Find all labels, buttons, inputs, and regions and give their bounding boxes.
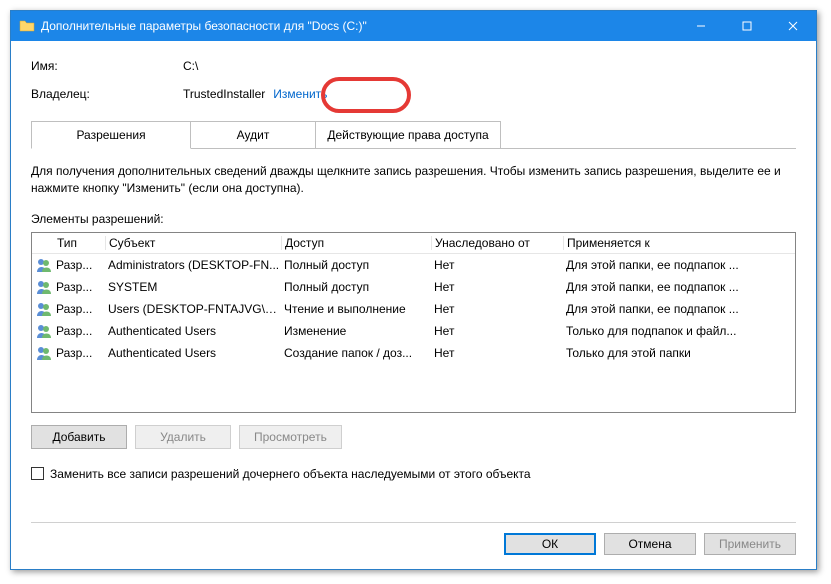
cell-access: Полный доступ: [282, 258, 432, 272]
cell-type: Разр...: [54, 258, 106, 272]
security-dialog: Дополнительные параметры безопасности дл…: [10, 10, 817, 570]
table-row[interactable]: Разр...SYSTEMПолный доступНетДля этой па…: [32, 276, 795, 298]
remove-button: Удалить: [135, 425, 231, 449]
cell-inherited: Нет: [432, 324, 564, 338]
table-row[interactable]: Разр...Administrators (DESKTOP-FN...Полн…: [32, 254, 795, 276]
apply-button: Применить: [704, 533, 796, 555]
principal-icon: [36, 279, 52, 295]
cell-access: Создание папок / доз...: [282, 346, 432, 360]
cell-type: Разр...: [54, 324, 106, 338]
titlebar[interactable]: Дополнительные параметры безопасности дл…: [11, 11, 816, 41]
view-button: Просмотреть: [239, 425, 342, 449]
owner-label: Владелец:: [31, 87, 183, 101]
cell-applies: Для этой папки, ее подпапок ...: [564, 258, 774, 272]
cell-access: Изменение: [282, 324, 432, 338]
close-button[interactable]: [770, 11, 816, 41]
principal-icon: [36, 301, 52, 317]
cell-subject: Administrators (DESKTOP-FN...: [106, 258, 282, 272]
replace-inheritance-checkbox[interactable]: [31, 467, 44, 480]
cell-applies: Для этой папки, ее подпапок ...: [564, 280, 774, 294]
col-inherited[interactable]: Унаследовано от: [432, 236, 564, 250]
info-text: Для получения дополнительных сведений дв…: [31, 163, 796, 198]
table-row[interactable]: Разр...Users (DESKTOP-FNTAJVG\Us...Чтени…: [32, 298, 795, 320]
cell-applies: Только для подпапок и файл...: [564, 324, 774, 338]
tab-auditing[interactable]: Аудит: [190, 121, 316, 149]
col-access[interactable]: Доступ: [282, 236, 432, 250]
tab-effective-access[interactable]: Действующие права доступа: [315, 121, 501, 149]
window-title: Дополнительные параметры безопасности дл…: [41, 19, 678, 33]
name-label: Имя:: [31, 59, 183, 73]
principal-icon: [36, 345, 52, 361]
permissions-grid[interactable]: Тип Субъект Доступ Унаследовано от Приме…: [31, 232, 796, 413]
cell-inherited: Нет: [432, 302, 564, 316]
add-button[interactable]: Добавить: [31, 425, 127, 449]
col-type[interactable]: Тип: [54, 236, 106, 250]
col-applies[interactable]: Применяется к: [564, 236, 774, 250]
cell-inherited: Нет: [432, 258, 564, 272]
ok-button[interactable]: ОК: [504, 533, 596, 555]
cell-subject: Authenticated Users: [106, 346, 282, 360]
cell-subject: SYSTEM: [106, 280, 282, 294]
table-row[interactable]: Разр...Authenticated UsersИзменениеНетТо…: [32, 320, 795, 342]
highlight-ring: [321, 77, 411, 113]
cell-applies: Для этой папки, ее подпапок ...: [564, 302, 774, 316]
cell-subject: Authenticated Users: [106, 324, 282, 338]
table-row[interactable]: Разр...Authenticated UsersСоздание папок…: [32, 342, 795, 364]
cell-type: Разр...: [54, 302, 106, 316]
folder-icon: [19, 18, 35, 34]
cell-subject: Users (DESKTOP-FNTAJVG\Us...: [106, 302, 282, 316]
cell-applies: Только для этой папки: [564, 346, 774, 360]
principal-icon: [36, 257, 52, 273]
change-owner-link[interactable]: Изменить: [273, 87, 327, 101]
cell-inherited: Нет: [432, 280, 564, 294]
tab-permissions[interactable]: Разрешения: [31, 121, 191, 149]
tab-strip: Разрешения Аудит Действующие права досту…: [31, 121, 796, 149]
grid-header: Тип Субъект Доступ Унаследовано от Приме…: [32, 233, 795, 254]
owner-value: TrustedInstaller: [183, 87, 265, 101]
col-subject[interactable]: Субъект: [106, 236, 282, 250]
cell-access: Чтение и выполнение: [282, 302, 432, 316]
name-value: C:\: [183, 59, 198, 73]
entries-label: Элементы разрешений:: [31, 212, 796, 226]
principal-icon: [36, 323, 52, 339]
cell-inherited: Нет: [432, 346, 564, 360]
replace-inheritance-label: Заменить все записи разрешений дочернего…: [50, 467, 531, 481]
cell-type: Разр...: [54, 280, 106, 294]
minimize-button[interactable]: [678, 11, 724, 41]
cell-access: Полный доступ: [282, 280, 432, 294]
cell-type: Разр...: [54, 346, 106, 360]
cancel-button[interactable]: Отмена: [604, 533, 696, 555]
maximize-button[interactable]: [724, 11, 770, 41]
